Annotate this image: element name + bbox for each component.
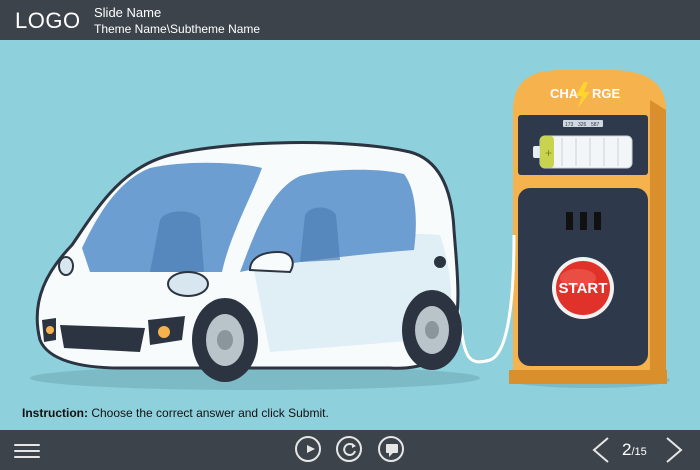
top-bar: LOGO Slide Name Theme Name\Subtheme Name [0,0,700,40]
replay-icon [343,443,356,456]
slide-stage: 173 326 587 + CHA RGE START Instruction:… [0,40,700,430]
hamburger-menu-icon[interactable] [14,440,40,460]
play-icon [307,445,315,453]
rear-wheel [402,290,462,370]
slide-name: Slide Name [94,5,162,20]
start-button-label: START [559,280,608,297]
theme-breadcrumb: Theme Name\Subtheme Name [94,22,261,36]
instruction-text: Instruction: Choose the correct answer a… [22,406,329,420]
page-counter: 2/15 [622,440,647,460]
meter-segment-2: 326 [578,122,587,128]
charge-label-left: CHA [550,86,579,101]
replay-button[interactable] [336,436,362,462]
meter-segment-1: 173 [565,122,574,128]
chevron-right-icon[interactable] [664,436,684,464]
svg-text:+: + [545,146,552,160]
comment-button[interactable] [378,436,404,462]
meter-segment-3: 587 [591,122,600,128]
ev-charging-illustration: 173 326 587 + CHA RGE START [30,70,670,390]
start-button[interactable]: START [552,257,614,319]
instruction-label: Instruction: [22,406,88,420]
ground-shadow [30,366,480,390]
comment-icon [386,444,398,457]
electric-car [35,141,462,382]
meter-readout: 173 326 587 [563,120,603,128]
instruction-body: Choose the correct answer and click Subm… [91,406,329,420]
logo: LOGO [15,8,81,33]
front-wheel [192,298,258,382]
charging-station: 173 326 587 + CHA RGE [509,70,667,384]
chevron-left-icon[interactable] [591,436,611,464]
play-button[interactable] [295,436,321,462]
charge-label-right: RGE [592,86,621,101]
total-pages: /15 [631,446,647,458]
bottom-bar: 2/15 [0,430,700,470]
battery-icon: + [533,135,633,169]
